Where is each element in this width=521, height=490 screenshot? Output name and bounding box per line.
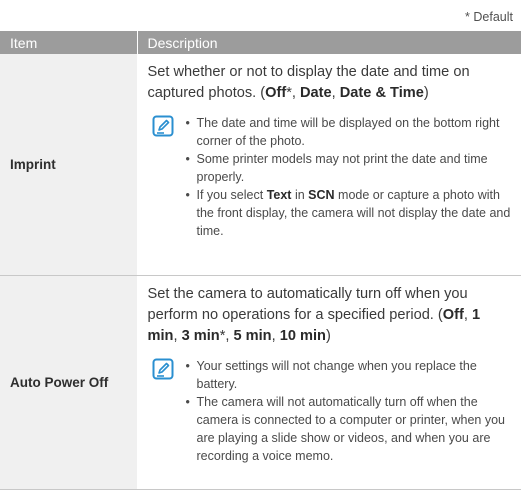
default-footnote: * Default bbox=[465, 10, 513, 24]
option-date-and-time: Date & Time bbox=[339, 85, 424, 101]
description-text: Set whether or not to display the date a… bbox=[148, 62, 514, 104]
description-end: ) bbox=[325, 328, 331, 344]
list-item: Some printer models may not print the da… bbox=[186, 150, 514, 186]
note-list: The date and time will be displayed on t… bbox=[186, 114, 514, 240]
list-item: The date and time will be displayed on t… bbox=[186, 114, 514, 150]
note-block: The date and time will be displayed on t… bbox=[148, 114, 514, 240]
column-header-item: Item bbox=[0, 31, 137, 54]
note-pencil-icon bbox=[152, 358, 173, 380]
table-header-row: Item Description bbox=[0, 31, 521, 54]
note-text: in bbox=[291, 188, 309, 202]
item-name-imprint: Imprint bbox=[0, 54, 137, 276]
option-off: Off bbox=[442, 307, 464, 323]
separator: , bbox=[463, 307, 472, 323]
table-row-auto-power-off: Auto Power Off Set the camera to automat… bbox=[0, 275, 521, 490]
description-text: Set the camera to automatically turn off… bbox=[148, 284, 514, 347]
separator: , bbox=[291, 85, 301, 101]
list-item: Your settings will not change when you r… bbox=[186, 357, 514, 393]
separator: , bbox=[271, 328, 280, 344]
column-header-description: Description bbox=[136, 31, 521, 54]
description-end: ) bbox=[423, 85, 429, 101]
item-name-auto-power-off: Auto Power Off bbox=[0, 275, 137, 490]
separator: , bbox=[331, 85, 340, 101]
option-date: Date bbox=[300, 85, 332, 101]
option-3-min: 3 min bbox=[181, 328, 220, 344]
note-text: If you select bbox=[196, 188, 267, 202]
scn-mode-label: SCN bbox=[308, 188, 335, 202]
list-item: The camera will not automatically turn o… bbox=[186, 393, 514, 465]
separator: , bbox=[173, 328, 182, 344]
option-off: Off bbox=[265, 85, 287, 101]
note-bold-text: Text bbox=[266, 188, 292, 202]
description-cell-imprint: Set whether or not to display the date a… bbox=[136, 54, 521, 276]
note-list: Your settings will not change when you r… bbox=[186, 357, 514, 465]
list-item: If you select Text in SCN mode or captur… bbox=[186, 186, 514, 240]
settings-table: Item Description Imprint Set whether or … bbox=[0, 31, 521, 490]
option-5-min: 5 min bbox=[233, 328, 272, 344]
option-10-min: 10 min bbox=[279, 328, 326, 344]
note-pencil-icon bbox=[152, 115, 173, 137]
description-cell-auto-power-off: Set the camera to automatically turn off… bbox=[136, 275, 521, 490]
table-row-imprint: Imprint Set whether or not to display th… bbox=[0, 54, 521, 276]
note-block: Your settings will not change when you r… bbox=[148, 357, 514, 465]
description-lead: Set the camera to automatically turn off… bbox=[147, 286, 468, 323]
